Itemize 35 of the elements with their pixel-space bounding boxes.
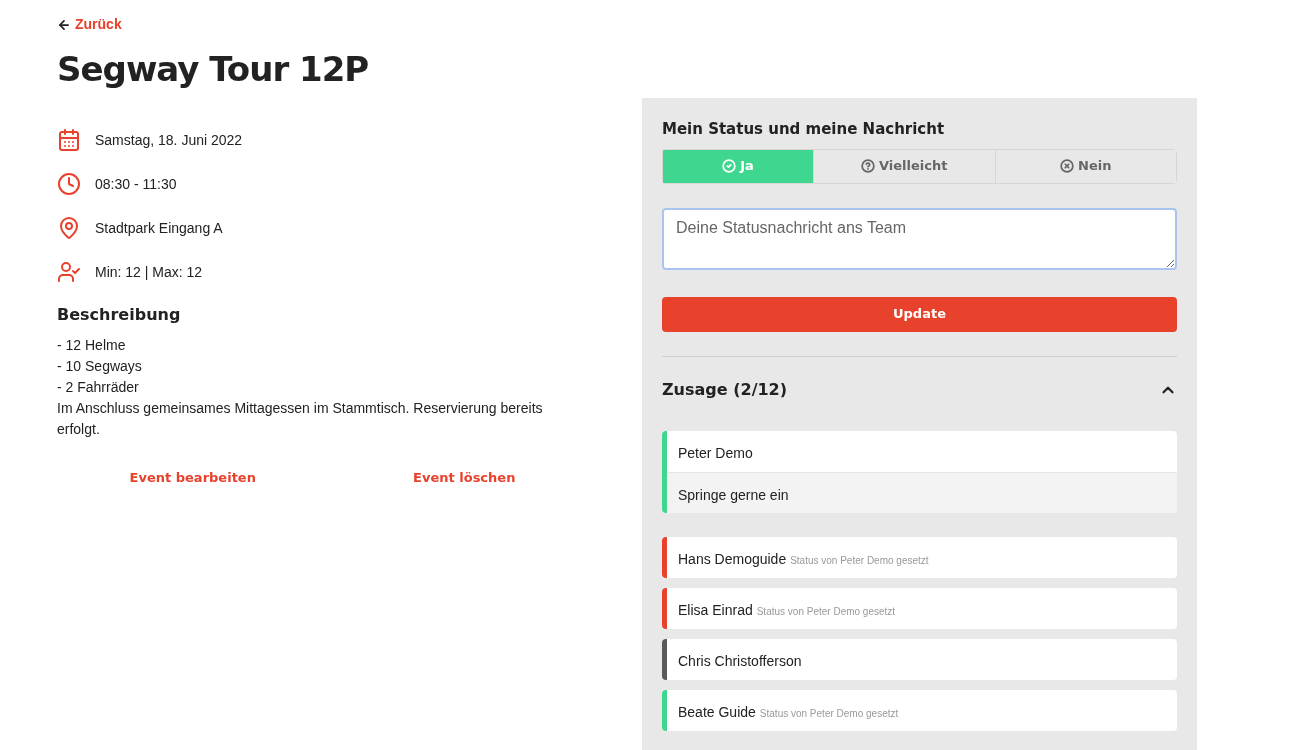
description-text: Im Anschluss gemeinsames Mittagessen im Stammtisch. Reservierung bereits erfolgt. (57, 399, 544, 439)
detail-text: Samstag, 18. Juni 2022 (95, 130, 243, 150)
description-heading: Beschreibung (57, 304, 182, 326)
member-name: Beate Guide (678, 702, 756, 722)
question-circle-icon (861, 159, 875, 173)
member-message: Springe gerne ein (667, 471, 1177, 513)
status-message-field[interactable]: Deine Statusnachricht ans Team (662, 207, 1177, 270)
calendar-icon (57, 128, 81, 152)
status-note: Status von Peter Demo gesetzt (759, 706, 899, 721)
status-note: Status von Peter Demo gesetzt (790, 553, 929, 568)
detail-text: Min: 12 | Max: 12 (95, 262, 203, 282)
check-circle-icon (722, 159, 737, 173)
user-check-icon (57, 260, 81, 284)
status-note: Status von Peter Demo gesetzt (756, 604, 896, 619)
clock-icon (57, 172, 81, 196)
description-text: - 2 Fahrräder (57, 378, 140, 397)
member-name: Peter Demo (678, 443, 753, 463)
back-link[interactable]: Zurück (57, 14, 600, 35)
accordion-header[interactable]: Zusage (2/12) (662, 356, 1177, 423)
x-circle-icon (1060, 159, 1075, 173)
detail-text: Stadtpark Eingang A (95, 218, 223, 238)
member-name: Hans Demoguide (678, 549, 787, 569)
description-text: - 10 Segways (57, 357, 143, 376)
update-button[interactable]: Update (662, 296, 1177, 332)
status-heading: Mein Status und meine Nachricht (662, 119, 946, 140)
accordion-title: Zusage (2/12) (662, 378, 788, 401)
member-name: Chris Christofferson (678, 651, 802, 671)
page-title: Segway Tour 12P (57, 48, 370, 91)
member-name: Elisa Einrad (678, 600, 753, 620)
description-text: - 12 Helme (57, 336, 127, 355)
map-pin-icon (57, 216, 81, 240)
status-tab[interactable]: Nein (994, 149, 1176, 183)
action-link[interactable]: Event löschen (328, 468, 600, 488)
detail-text: 08:30 - 11:30 (95, 174, 177, 194)
action-link[interactable]: Event bearbeiten (57, 468, 329, 488)
